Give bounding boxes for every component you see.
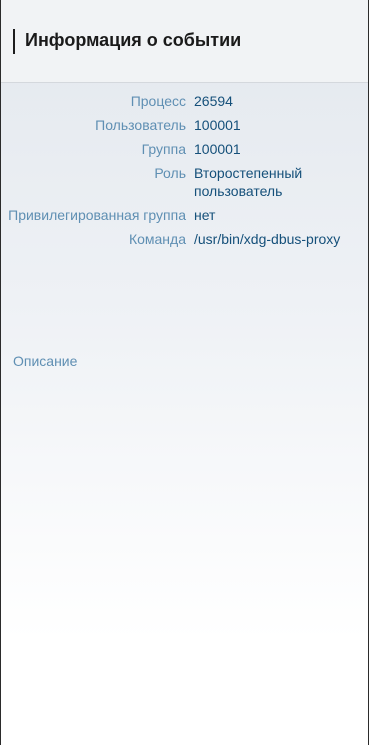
user-value: 100001 [194,117,241,133]
event-info-panel: Информация о событии Процесс 26594 Польз… [0,0,369,745]
info-row-user: Пользователь 100001 [1,116,368,134]
process-label: Процесс [130,93,186,109]
group-value: 100001 [194,141,241,157]
privileged-group-value: нет [194,207,216,223]
privileged-group-label: Привилегированная группа [8,207,186,223]
info-row-role: Роль Второстепенный пользователь [1,164,368,200]
role-label: Роль [154,165,186,181]
info-row-group: Группа 100001 [1,140,368,158]
process-value: 26594 [194,93,233,109]
info-row-command: Команда /usr/bin/xdg-dbus-proxy [1,230,368,248]
description-section-title: Описание [13,353,78,369]
group-label: Группа [141,141,186,157]
command-label: Команда [128,231,186,247]
header-accent-bar [13,29,15,54]
panel-header: Информация о событии [1,0,368,83]
panel-title: Информация о событии [25,30,242,50]
role-value: Второстепенный пользователь [194,165,303,199]
command-value: /usr/bin/xdg-dbus-proxy [194,231,341,247]
event-info-list: Процесс 26594 Пользователь 100001 Группа… [1,92,368,254]
user-label: Пользователь [95,117,186,133]
info-row-process: Процесс 26594 [1,92,368,110]
info-row-privileged-group: Привилегированная группа нет [1,206,368,224]
